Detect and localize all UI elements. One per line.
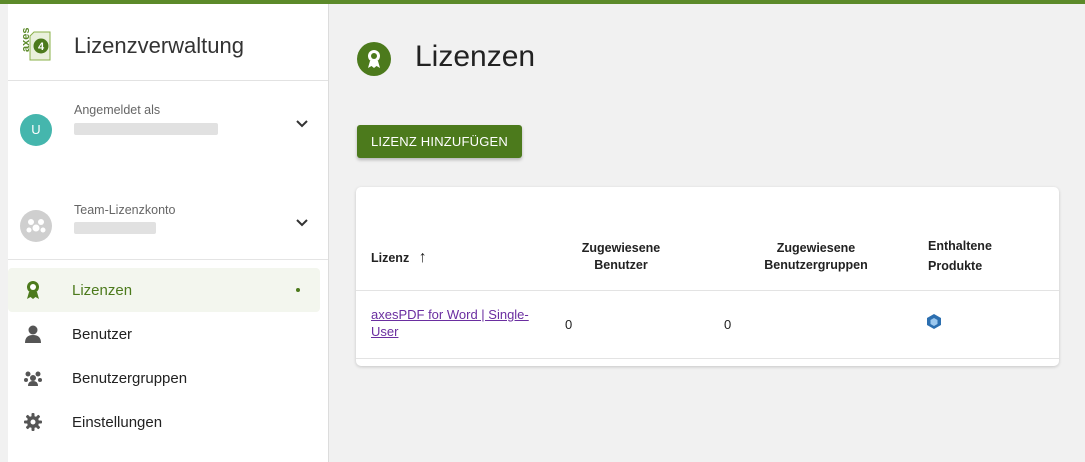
svg-text:4: 4	[38, 41, 45, 53]
user-icon	[18, 325, 48, 343]
licenses-table: Lizenz ↑ Zugewiesene Benutzer Zugewiesen…	[356, 187, 1059, 366]
page-title: Lizenzen	[415, 40, 536, 73]
column-header-products[interactable]: Enthaltene Produkte	[928, 236, 1028, 276]
sidebar-divider	[8, 259, 328, 260]
row-divider	[356, 358, 1059, 359]
logged-in-label: Angemeldet als	[74, 103, 161, 117]
column-header-assigned-groups[interactable]: Zugewiesene Benutzergruppen	[741, 240, 891, 274]
chevron-down-icon[interactable]	[296, 214, 308, 230]
main-content: Lizenzen LIZENZ HINZUFÜGEN Lizenz ↑ Zuge…	[329, 4, 1085, 462]
chevron-down-icon[interactable]	[296, 115, 308, 131]
sidebar-item-label: Benutzergruppen	[72, 369, 188, 387]
redacted-username	[74, 123, 218, 135]
sidebar-item-label: Einstellungen	[72, 413, 163, 431]
award-icon	[357, 42, 391, 76]
sidebar-item-label: Benutzer	[72, 325, 133, 343]
sidebar-header: axes 4 Lizenzverwaltung	[8, 4, 328, 81]
header-divider	[356, 290, 1059, 291]
user-account-selector[interactable]: U Angemeldet als	[8, 99, 328, 189]
sidebar-item-benutzer[interactable]: Benutzer	[8, 312, 328, 356]
sidebar-item-benutzergruppen[interactable]: Benutzergruppen	[8, 356, 328, 400]
active-indicator	[296, 288, 300, 292]
sort-ascending-icon[interactable]: ↑	[419, 249, 427, 266]
axes4-logo[interactable]: axes 4	[20, 26, 54, 64]
assigned-groups-cell: 0	[724, 317, 732, 332]
add-license-button[interactable]: LIZENZ HINZUFÜGEN	[357, 125, 523, 158]
sidebar-item-einstellungen[interactable]: Einstellungen	[8, 400, 328, 444]
license-link[interactable]: axesPDF for Word | Single-User	[371, 307, 529, 339]
team-avatar	[20, 210, 52, 242]
sidebar-item-lizenzen[interactable]: Lizenzen	[8, 268, 320, 312]
redacted-team-name	[74, 222, 156, 234]
team-icon	[26, 219, 46, 233]
gear-icon	[18, 413, 48, 431]
product-cube-icon[interactable]	[927, 314, 941, 332]
app-title: Lizenzverwaltung	[74, 33, 244, 58]
svg-text:axes: axes	[20, 28, 32, 52]
user-avatar: U	[20, 114, 52, 146]
team-account-label: Team-Lizenzkonto	[74, 203, 176, 217]
users-icon	[18, 370, 48, 386]
assigned-users-cell: 0	[565, 317, 573, 332]
award-icon	[18, 280, 48, 300]
sidebar: axes 4 Lizenzverwaltung U Angemeldet als…	[8, 4, 329, 462]
sidebar-item-label: Lizenzen	[72, 281, 133, 299]
column-header-license[interactable]: Lizenz ↑	[371, 249, 427, 267]
license-name-cell: axesPDF for Word | Single-User	[371, 306, 546, 340]
sidebar-nav: Lizenzen Benutzer Benutzergruppen Einste…	[8, 268, 328, 444]
column-header-assigned-users[interactable]: Zugewiesene Benutzer	[561, 240, 681, 274]
